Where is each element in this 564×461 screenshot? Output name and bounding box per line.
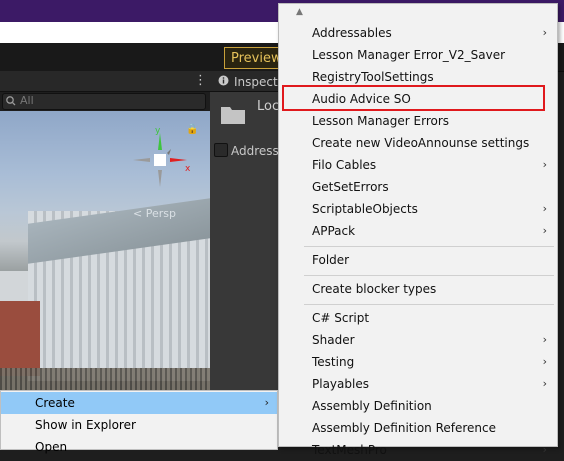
- menu-item-label: Lesson Manager Errors: [312, 114, 450, 128]
- menu-item-create-video-announse-settings[interactable]: Create new VideoAnnounse settings: [279, 132, 557, 154]
- menu-item-get-set-errors[interactable]: GetSetErrors: [279, 176, 557, 198]
- info-icon: [218, 75, 229, 86]
- gizmo-x-label: x: [185, 164, 191, 174]
- menu-item-testing[interactable]: Testing ›: [279, 351, 557, 373]
- menu-item-label: ScriptableObjects: [312, 202, 418, 216]
- menu-item-label: Addressables: [312, 26, 392, 40]
- more-options-icon[interactable]: ⋮: [194, 73, 207, 88]
- context-menu-item-open[interactable]: Open: [1, 436, 277, 458]
- chevron-right-icon: ›: [542, 158, 547, 171]
- menu-item-appack[interactable]: APPack ›: [279, 220, 557, 242]
- orientation-gizmo[interactable]: y x: [125, 125, 195, 195]
- addressable-checkbox[interactable]: [214, 143, 228, 157]
- context-menu-item-label: Show in Explorer: [35, 418, 136, 432]
- menu-item-scriptable-objects[interactable]: ScriptableObjects ›: [279, 198, 557, 220]
- menu-item-shader[interactable]: Shader ›: [279, 329, 557, 351]
- address-label: Address: [231, 144, 279, 158]
- menu-separator: [304, 246, 554, 247]
- chevron-right-icon: ›: [264, 396, 269, 409]
- menu-item-label: Filo Cables: [312, 158, 377, 172]
- menu-item-textmeshpro[interactable]: TextMeshPro ›: [279, 439, 557, 461]
- scroll-up-icon[interactable]: ▲: [296, 7, 303, 17]
- gizmo-y-label: y: [155, 126, 161, 136]
- chevron-right-icon: ›: [542, 355, 547, 368]
- chevron-right-icon: ›: [542, 202, 547, 215]
- asset-name: Loc: [257, 99, 280, 114]
- chevron-right-icon: ›: [542, 26, 547, 39]
- menu-item-create-blocker-types[interactable]: Create blocker types: [279, 278, 557, 300]
- context-menu-item-show-in-explorer[interactable]: Show in Explorer: [1, 414, 277, 436]
- search-placeholder: All: [20, 94, 34, 107]
- menu-item-addressables[interactable]: Addressables ›: [279, 22, 557, 44]
- red-building: [0, 301, 40, 376]
- chevron-right-icon: ›: [542, 377, 547, 390]
- context-menu-item-label: Create: [35, 396, 75, 410]
- menu-item-label: RegistryToolSettings: [312, 70, 434, 84]
- menu-item-assembly-definition[interactable]: Assembly Definition: [279, 395, 557, 417]
- fence: [0, 368, 210, 390]
- menu-item-label: Create blocker types: [312, 282, 437, 296]
- menu-item-label: Shader: [312, 333, 355, 347]
- menu-item-folder[interactable]: Folder: [279, 249, 557, 271]
- inspector-body: [210, 92, 280, 390]
- menu-item-playables[interactable]: Playables ›: [279, 373, 557, 395]
- folder-icon: [221, 107, 245, 124]
- scene-panel-header: [0, 71, 210, 92]
- search-icon: [6, 96, 16, 106]
- menu-item-lesson-manager-error-v2-saver[interactable]: Lesson Manager Error_V2_Saver: [279, 44, 557, 66]
- menu-separator: [304, 275, 554, 276]
- menu-item-label: Lesson Manager Error_V2_Saver: [312, 48, 506, 62]
- menu-item-label: Assembly Definition Reference: [312, 421, 497, 435]
- chevron-right-icon: ›: [542, 443, 547, 456]
- menu-item-label: APPack: [312, 224, 356, 238]
- menu-item-label: Testing: [312, 355, 355, 369]
- context-menu-item-create[interactable]: Create ›: [1, 392, 277, 414]
- menu-item-assembly-definition-reference[interactable]: Assembly Definition Reference: [279, 417, 557, 439]
- chevron-right-icon: ›: [542, 333, 547, 346]
- menu-item-label: Folder: [312, 253, 350, 267]
- menu-separator: [304, 304, 554, 305]
- preview-button[interactable]: Preview: [224, 47, 282, 69]
- menu-item-csharp-script[interactable]: C# Script: [279, 307, 557, 329]
- menu-item-label: Playables: [312, 377, 369, 391]
- chevron-right-icon: ›: [542, 224, 547, 237]
- menu-item-label: Assembly Definition: [312, 399, 432, 413]
- menu-item-label: TextMeshPro: [312, 443, 387, 457]
- menu-item-label: Create new VideoAnnounse settings: [312, 136, 530, 150]
- menu-item-lesson-manager-errors[interactable]: Lesson Manager Errors: [279, 110, 557, 132]
- menu-item-label: GetSetErrors: [312, 180, 389, 194]
- highlight-box: [282, 85, 545, 111]
- menu-item-filo-cables[interactable]: Filo Cables ›: [279, 154, 557, 176]
- menu-item-label: C# Script: [312, 311, 370, 325]
- perspective-label[interactable]: < Persp: [133, 207, 176, 220]
- context-menu-item-label: Open: [35, 440, 68, 454]
- lock-icon[interactable]: 🔒: [186, 124, 198, 135]
